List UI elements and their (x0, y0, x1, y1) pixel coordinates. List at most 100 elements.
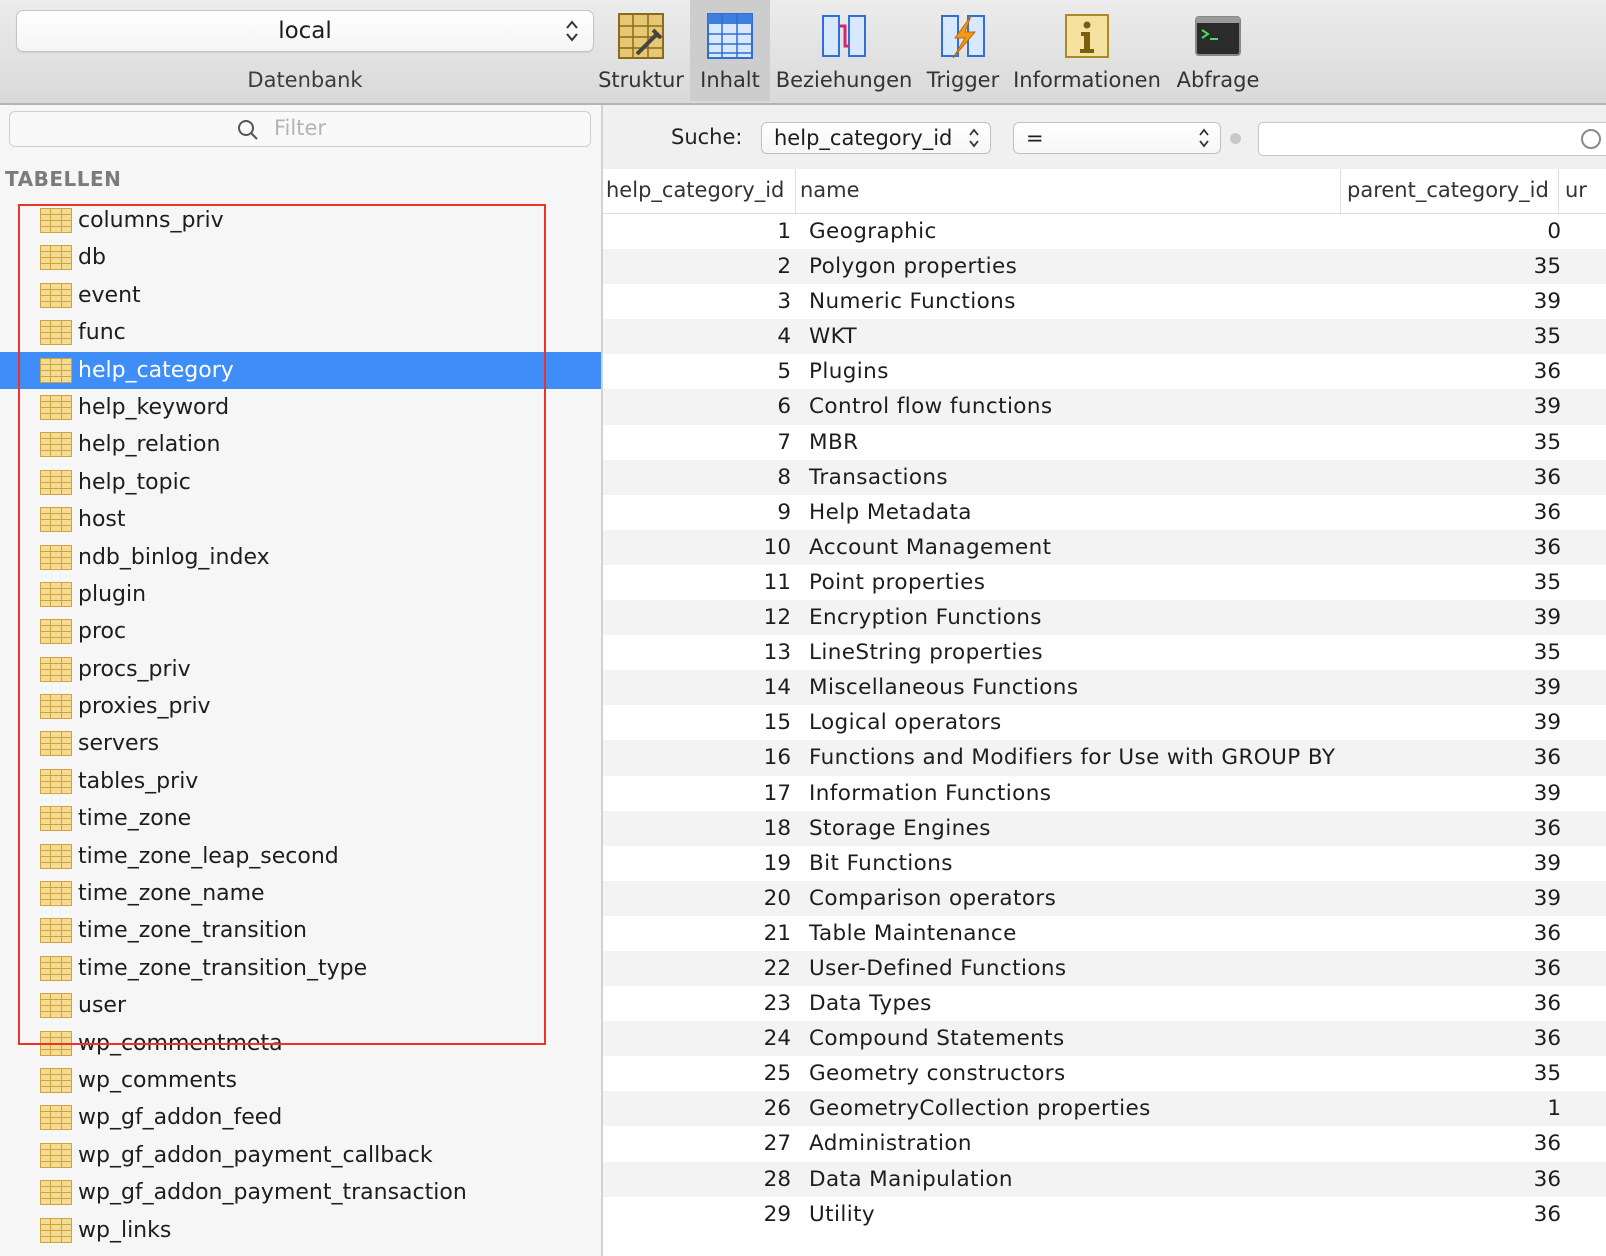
table-row[interactable]: 14 Miscellaneous Functions 39 (603, 670, 1606, 706)
tool-query[interactable]: Abfrage (1168, 0, 1268, 101)
column-header-parent-category-id[interactable]: parent_category_id (1340, 169, 1557, 213)
sidebar-table-name: wp_gf_addon_feed (78, 1105, 283, 1131)
tool-relations-label: Beziehungen (775, 68, 913, 92)
table-row[interactable]: 15 Logical operators 39 (603, 705, 1606, 740)
table-row[interactable]: 9 Help Metadata 36 (603, 495, 1606, 530)
sidebar-table-item[interactable]: time_zone_leap_second (0, 838, 601, 875)
sidebar-table-item[interactable]: event (0, 277, 601, 314)
filter-field[interactable]: Filter (9, 111, 591, 147)
cell-help-category-id: 14 (763, 675, 791, 701)
table-row[interactable]: 25 Geometry constructors 35 (603, 1056, 1606, 1091)
column-header-help-category-id[interactable]: help_category_id (603, 169, 796, 213)
sidebar-table-item[interactable]: help_keyword (0, 389, 601, 426)
column-header-url[interactable]: ur (1558, 169, 1606, 213)
table-row[interactable]: 19 Bit Functions 39 (603, 846, 1606, 881)
sidebar-table-item[interactable]: func (0, 314, 601, 351)
sidebar-table-item[interactable]: wp_gf_addon_payment_transaction (0, 1174, 601, 1211)
cell-parent-category-id: 36 (1533, 955, 1561, 981)
table-row[interactable]: 29 Utility 36 (603, 1197, 1606, 1232)
search-indicator-dot (1230, 133, 1241, 144)
tool-content[interactable]: Inhalt (690, 0, 770, 101)
sidebar-table-item[interactable]: procs_priv (0, 651, 601, 688)
cell-help-category-id: 15 (763, 710, 791, 736)
sidebar-table-item[interactable]: db (0, 239, 601, 276)
search-operator-select[interactable]: = (1013, 122, 1221, 154)
cell-name: Storage Engines (809, 815, 991, 841)
table-row[interactable]: 22 User-Defined Functions 36 (603, 950, 1606, 987)
table-row[interactable]: 23 Data Types 36 (603, 986, 1606, 1021)
table-row[interactable]: 6 Control flow functions 39 (603, 389, 1606, 425)
table-row[interactable]: 21 Table Maintenance 36 (603, 916, 1606, 951)
table-row[interactable]: 20 Comparison operators 39 (603, 880, 1606, 916)
column-header-name[interactable]: name (795, 169, 1340, 213)
tool-structure[interactable]: Struktur (596, 0, 686, 101)
cell-help-category-id: 4 (777, 324, 791, 350)
table-row[interactable]: 12 Encryption Functions 39 (603, 600, 1606, 636)
table-icon (40, 1067, 72, 1093)
search-value-input[interactable] (1258, 122, 1606, 156)
sidebar-table-item[interactable]: wp_links (0, 1212, 601, 1249)
table-row[interactable]: 10 Account Management 36 (603, 529, 1606, 565)
sidebar-table-item[interactable]: wp_gf_addon_feed (0, 1099, 601, 1136)
database-label: Datenbank (247, 68, 363, 92)
sidebar-table-item[interactable]: help_relation (0, 426, 601, 463)
table-row[interactable]: 7 MBR 35 (603, 425, 1606, 460)
database-select[interactable]: local (16, 10, 594, 52)
sidebar-table-item[interactable]: ndb_binlog_index (0, 539, 601, 576)
chevron-up-down-icon (969, 128, 979, 148)
sidebar-table-item[interactable]: help_category (0, 351, 601, 389)
cell-parent-category-id: 36 (1533, 464, 1561, 490)
search-field-select[interactable]: help_category_id (761, 122, 991, 154)
sidebar-table-name: help_keyword (78, 394, 230, 420)
sidebar: Filter TABELLEN columns_priv db event func h… (0, 105, 603, 1256)
tool-relations[interactable]: Beziehungen (774, 0, 914, 101)
table-row[interactable]: 5 Plugins 36 (603, 354, 1606, 389)
table-icon (40, 581, 72, 607)
sidebar-table-item[interactable]: tables_priv (0, 763, 601, 800)
table-row[interactable]: 17 Information Functions 39 (603, 776, 1606, 811)
sidebar-table-item[interactable]: servers (0, 725, 601, 762)
table-icon (40, 544, 72, 570)
sidebar-table-item[interactable]: wp_comments (0, 1062, 601, 1099)
sidebar-table-item[interactable]: time_zone_name (0, 875, 601, 912)
cell-parent-category-id: 39 (1533, 885, 1561, 911)
cell-parent-category-id: 36 (1533, 499, 1561, 525)
sidebar-table-item[interactable]: user (0, 987, 601, 1024)
sidebar-table-item[interactable]: time_zone_transition (0, 912, 601, 949)
sidebar-table-name: help_topic (78, 469, 191, 495)
table-row[interactable]: 2 Polygon properties 35 (603, 249, 1606, 285)
sidebar-table-name: time_zone_transition (78, 918, 308, 944)
table-row[interactable]: 27 Administration 36 (603, 1126, 1606, 1161)
tool-trigger[interactable]: Trigger (918, 0, 1008, 101)
sidebar-table-item[interactable]: proxies_priv (0, 688, 601, 725)
sidebar-table-item[interactable]: plugin (0, 576, 601, 613)
table-row[interactable]: 1 Geographic 0 (603, 214, 1606, 249)
cell-help-category-id: 12 (763, 605, 791, 631)
table-row[interactable]: 18 Storage Engines 36 (603, 810, 1606, 846)
sidebar-table-item[interactable]: time_zone (0, 800, 601, 837)
cell-parent-category-id: 39 (1533, 289, 1561, 315)
table-row[interactable]: 8 Transactions 36 (603, 459, 1606, 495)
sidebar-table-item[interactable]: wp_gf_addon_payment_callback (0, 1137, 601, 1174)
sidebar-table-item[interactable]: host (0, 501, 601, 538)
table-row[interactable]: 26 GeometryCollection properties 1 (603, 1091, 1606, 1127)
table-row[interactable]: 4 WKT 35 (603, 319, 1606, 355)
sidebar-table-item[interactable]: help_topic (0, 464, 601, 501)
table-row[interactable]: 11 Point properties 35 (603, 565, 1606, 600)
table-row[interactable]: 3 Numeric Functions 39 (603, 284, 1606, 319)
table-row[interactable]: 24 Compound Statements 36 (603, 1021, 1606, 1057)
table-row[interactable]: 28 Data Manipulation 36 (603, 1161, 1606, 1197)
cell-name: LineString properties (809, 640, 1043, 666)
table-row[interactable]: 13 LineString properties 35 (603, 635, 1606, 670)
tool-query-label: Abfrage (1176, 68, 1260, 92)
table-row[interactable]: 16 Functions and Modifiers for Use with G… (603, 740, 1606, 776)
table-icon (40, 619, 72, 645)
sidebar-table-item[interactable]: columns_priv (0, 202, 601, 239)
tool-info[interactable]: Informationen (1012, 0, 1162, 101)
sidebar-table-name: user (78, 993, 126, 1019)
sidebar-table-item[interactable]: proc (0, 613, 601, 650)
sidebar-table-item[interactable]: wp_commentmeta (0, 1025, 601, 1062)
table-icon (40, 731, 72, 757)
sidebar-table-item[interactable]: time_zone_transition_type (0, 950, 601, 987)
table-icon (40, 208, 72, 233)
